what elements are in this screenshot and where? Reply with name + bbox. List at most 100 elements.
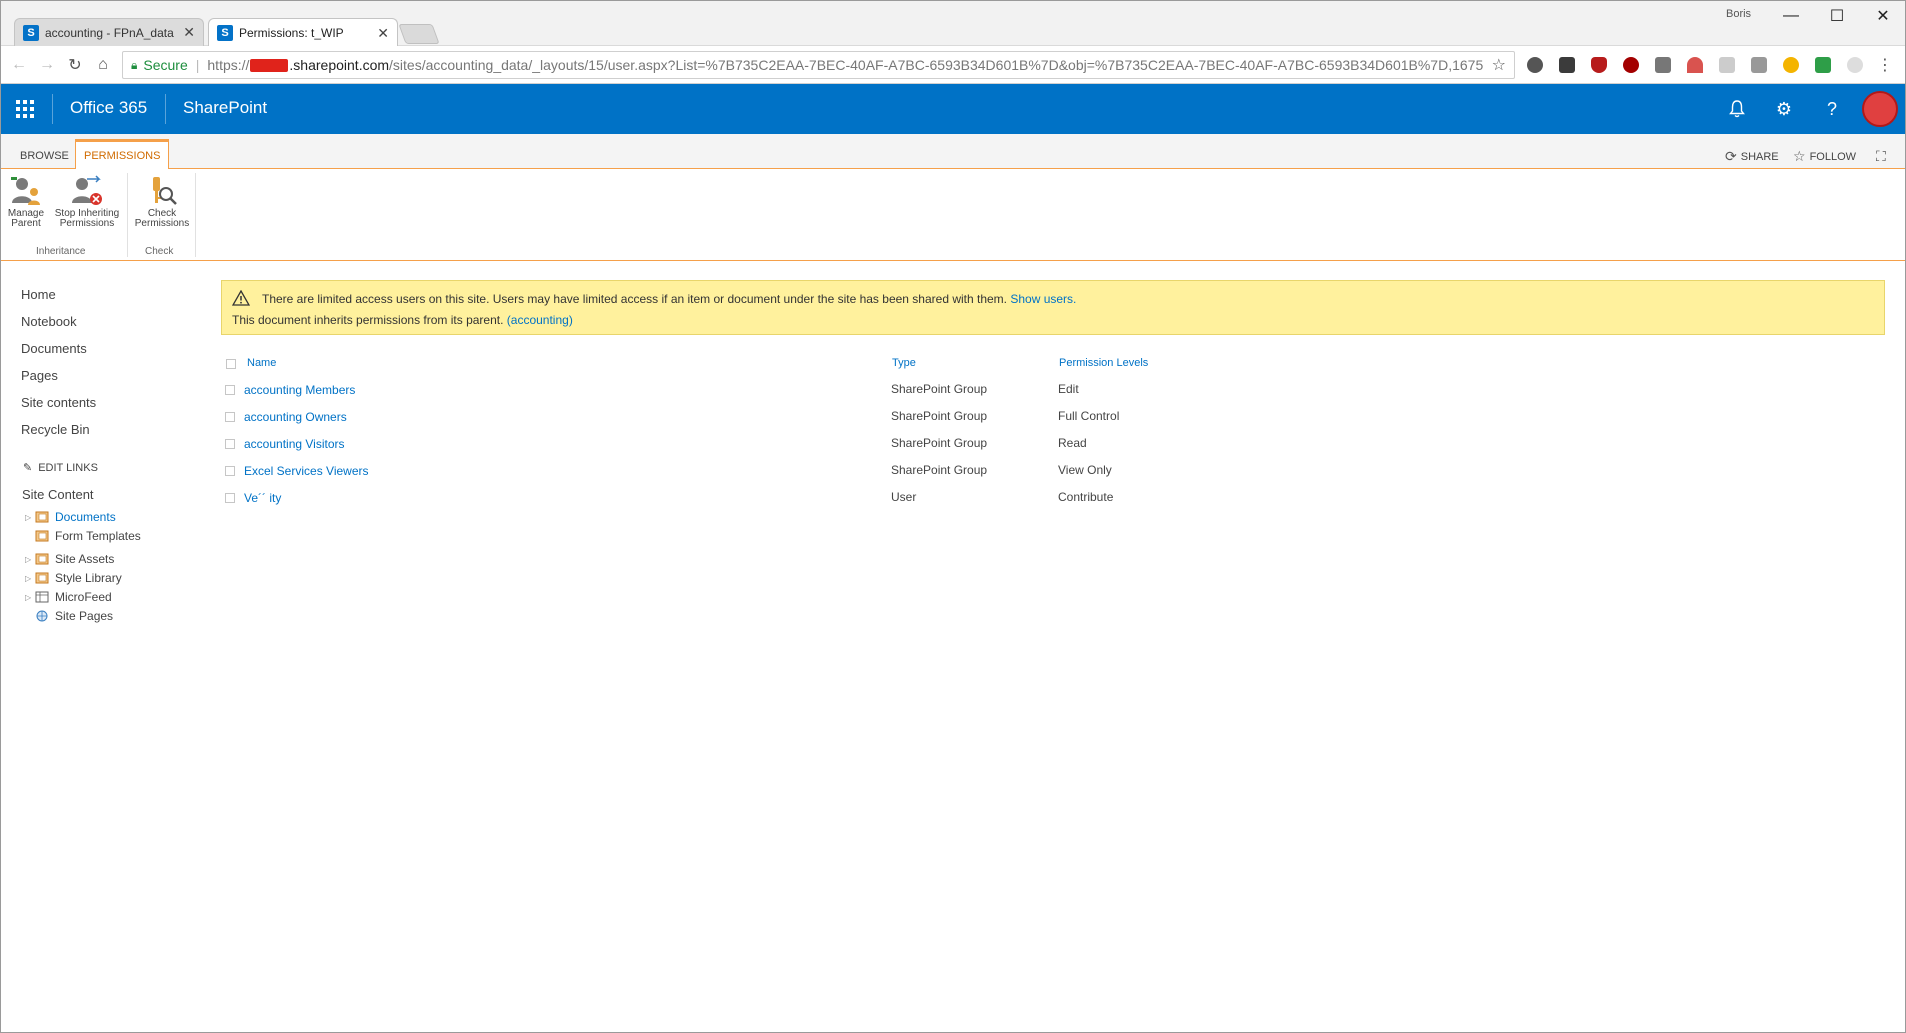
check-permissions-button[interactable]: Check Permissions bbox=[132, 175, 192, 229]
help-icon[interactable]: ? bbox=[1819, 96, 1845, 122]
nav-link-recycle-bin[interactable]: Recycle Bin bbox=[21, 422, 90, 437]
expand-arrow-icon[interactable]: ▷ bbox=[25, 555, 35, 564]
browser-tab[interactable]: S accounting - FPnA_data ✕ bbox=[14, 18, 204, 46]
reload-icon[interactable]: ↻ bbox=[64, 54, 86, 76]
extension-icon[interactable] bbox=[1623, 57, 1639, 73]
expand-arrow-icon[interactable]: ▷ bbox=[25, 593, 35, 602]
column-header-name[interactable]: Name bbox=[247, 357, 276, 369]
table-row-level: Read bbox=[1058, 436, 1087, 450]
close-tab-icon[interactable]: ✕ bbox=[377, 25, 389, 42]
suite-divider bbox=[52, 94, 53, 124]
notifications-bell-icon[interactable] bbox=[1724, 96, 1750, 122]
settings-gear-icon[interactable]: ⚙ bbox=[1771, 96, 1797, 122]
extension-icon[interactable] bbox=[1559, 57, 1575, 73]
office-365-link[interactable]: Office 365 bbox=[70, 98, 147, 118]
row-checkbox[interactable] bbox=[225, 439, 235, 449]
table-row-name-link[interactable]: Excel Services Viewers bbox=[244, 464, 369, 478]
column-header-type[interactable]: Type bbox=[892, 357, 916, 369]
select-all-checkbox[interactable] bbox=[226, 359, 236, 369]
table-row-name-link[interactable]: accounting Visitors bbox=[244, 437, 345, 451]
stop-inheriting-icon bbox=[69, 175, 105, 207]
nav-link-home[interactable]: Home bbox=[21, 287, 56, 302]
tab-title: accounting - FPnA_data bbox=[45, 25, 174, 40]
expand-arrow-icon[interactable]: ▷ bbox=[25, 574, 35, 583]
inherit-text: This document inherits permissions from … bbox=[232, 313, 504, 327]
tab-permissions[interactable]: PERMISSIONS bbox=[75, 139, 170, 170]
tree-item-site-pages[interactable]: Site Pages bbox=[25, 608, 113, 624]
document-library-icon bbox=[35, 553, 49, 565]
edit-links-button[interactable]: ✎ EDIT LINKS bbox=[23, 461, 98, 474]
row-checkbox[interactable] bbox=[225, 466, 235, 476]
address-bar[interactable]: 🔒︎ Secure | https:// .sharepoint.com /si… bbox=[122, 51, 1515, 79]
table-row-name-link[interactable]: Ve´´ ity bbox=[244, 491, 281, 505]
tree-item-site-assets[interactable]: ▷ Site Assets bbox=[25, 551, 114, 567]
column-header-permission-levels[interactable]: Permission Levels bbox=[1059, 357, 1148, 369]
extension-icon[interactable] bbox=[1751, 57, 1767, 73]
share-button[interactable]: ⟳ SHARE bbox=[1725, 148, 1779, 165]
pocket-extension-icon[interactable] bbox=[1527, 57, 1543, 73]
avatar[interactable] bbox=[1862, 91, 1898, 127]
ribbon-tab-row: BROWSE PERMISSIONS ⟳ SHARE ☆ FOLLOW ⛶ bbox=[0, 134, 1906, 170]
show-users-link[interactable]: Show users. bbox=[1010, 292, 1076, 306]
table-row-name-link[interactable]: accounting Owners bbox=[244, 410, 347, 424]
tree-item-microfeed[interactable]: ▷ MicroFeed bbox=[25, 589, 112, 605]
row-checkbox[interactable] bbox=[225, 493, 235, 503]
close-tab-icon[interactable]: ✕ bbox=[183, 24, 195, 41]
expand-arrow-icon[interactable]: ▷ bbox=[25, 513, 35, 522]
document-library-icon bbox=[35, 511, 49, 523]
browser-toolbar: ← → ↻ ⌂ 🔒︎ Secure | https:// .sharepoint… bbox=[0, 46, 1906, 84]
follow-label: FOLLOW bbox=[1809, 150, 1857, 163]
extension-icon[interactable] bbox=[1687, 57, 1703, 73]
extension-icon[interactable] bbox=[1719, 57, 1735, 73]
stop-inheriting-button[interactable]: Stop Inheriting Permissions bbox=[51, 175, 123, 229]
maximize-icon[interactable]: ☐ bbox=[1814, 2, 1860, 30]
share-icon: ⟳ bbox=[1725, 148, 1737, 164]
follow-button[interactable]: ☆ FOLLOW bbox=[1793, 148, 1856, 165]
tree-item-label: MicroFeed bbox=[55, 590, 112, 604]
sharepoint-favicon-icon: S bbox=[23, 24, 39, 41]
table-row-type: SharePoint Group bbox=[891, 463, 988, 477]
home-icon[interactable]: ⌂ bbox=[92, 54, 114, 76]
close-window-icon[interactable]: ✕ bbox=[1860, 2, 1906, 30]
tree-item-documents[interactable]: ▷ Documents bbox=[25, 509, 116, 525]
sharepoint-link[interactable]: SharePoint bbox=[183, 98, 267, 118]
table-row-level: Full Control bbox=[1058, 409, 1120, 423]
nav-link-notebook[interactable]: Notebook bbox=[21, 314, 77, 329]
row-checkbox[interactable] bbox=[225, 385, 235, 395]
tree-item-form-templates[interactable]: Form Templates bbox=[25, 528, 141, 544]
tree-item-style-library[interactable]: ▷ Style Library bbox=[25, 570, 122, 586]
focus-on-content-button[interactable]: ⛶ bbox=[1876, 148, 1890, 165]
bookmark-star-icon[interactable]: ☆ bbox=[1492, 55, 1506, 75]
suite-bar: Office 365 SharePoint ⚙ ? bbox=[0, 84, 1906, 134]
nav-link-site-contents[interactable]: Site contents bbox=[21, 395, 96, 410]
extension-icon[interactable] bbox=[1783, 57, 1799, 73]
profile-name[interactable]: Boris bbox=[1726, 8, 1751, 20]
parent-site-link[interactable]: (accounting) bbox=[507, 313, 573, 327]
table-row-name-link[interactable]: accounting Members bbox=[244, 383, 355, 397]
edit-links-label: EDIT LINKS bbox=[38, 462, 98, 474]
nav-link-documents[interactable]: Documents bbox=[21, 341, 87, 356]
browser-menu-icon[interactable]: ⋮ bbox=[1874, 54, 1896, 76]
forward-icon[interactable]: → bbox=[36, 54, 58, 76]
new-tab-button[interactable] bbox=[398, 24, 440, 44]
redacted-text bbox=[250, 58, 289, 72]
app-launcher-icon[interactable] bbox=[0, 84, 50, 134]
extension-icon[interactable] bbox=[1655, 57, 1671, 73]
address-separator: | bbox=[195, 57, 200, 73]
limited-access-notice: There are limited access users on this s… bbox=[221, 280, 1885, 335]
nav-link-pages[interactable]: Pages bbox=[21, 368, 58, 383]
table-row-type: SharePoint Group bbox=[891, 409, 988, 423]
extension-icon[interactable] bbox=[1815, 57, 1831, 73]
tab-title: Permissions: t_WIP bbox=[239, 26, 344, 40]
url-protocol: https:// bbox=[207, 57, 250, 73]
row-checkbox[interactable] bbox=[225, 412, 235, 422]
back-icon[interactable]: ← bbox=[8, 54, 30, 76]
url-host: .sharepoint.com bbox=[289, 57, 390, 73]
extension-icon[interactable] bbox=[1847, 57, 1863, 73]
manage-parent-button[interactable]: Manage Parent bbox=[6, 175, 46, 229]
tab-browse[interactable]: BROWSE bbox=[12, 142, 77, 169]
ublock-extension-icon[interactable] bbox=[1591, 57, 1607, 73]
document-library-icon bbox=[35, 572, 49, 584]
minimize-icon[interactable]: — bbox=[1768, 2, 1814, 30]
browser-tab-active[interactable]: S Permissions: t_WIP ✕ bbox=[208, 18, 398, 47]
